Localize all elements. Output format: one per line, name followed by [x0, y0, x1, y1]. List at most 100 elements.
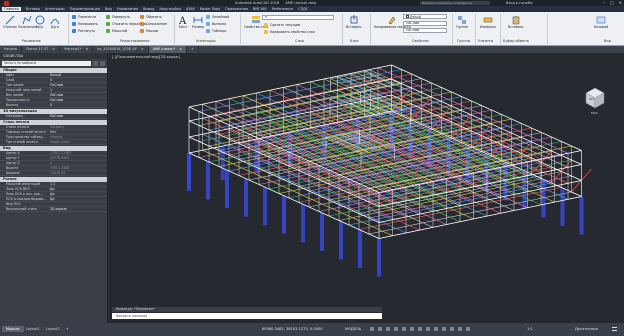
menu-tab-11[interactable]: BIM 360: [253, 7, 267, 11]
property-value[interactable]: ПоСлою: [48, 83, 107, 87]
modify-tool-2-1[interactable]: Масштаб: [106, 29, 127, 33]
lineweight-combo[interactable]: ПоСлою: [403, 28, 447, 33]
measure-tool[interactable]: Измерить: [480, 15, 496, 29]
menu-tab-2[interactable]: Аннотации: [45, 7, 65, 11]
property-value[interactable]: 0: [48, 161, 107, 165]
modify-tool-2-2[interactable]: Массив: [140, 29, 158, 33]
transparency-icon[interactable]: [426, 327, 430, 331]
otrack-icon[interactable]: [410, 327, 414, 331]
color-combo[interactable]: Белый: [403, 14, 447, 19]
insert-block-tool[interactable]: Вставить: [346, 15, 361, 29]
customize-icon[interactable]: [612, 327, 617, 331]
modify-tool-1-0[interactable]: Копировать: [72, 22, 98, 26]
annotation-tool-1[interactable]: Выноска: [206, 22, 226, 26]
file-tab-1[interactable]: Листы 51-57 ×: [22, 46, 60, 53]
close-tab-icon[interactable]: ×: [86, 46, 89, 53]
new-tab-button[interactable]: +: [187, 46, 199, 53]
layer-tool-1[interactable]: Копировать свойства слоя: [264, 30, 315, 34]
modify-tool-1-2[interactable]: Сопряжение: [140, 22, 167, 26]
close-tab-icon[interactable]: ×: [141, 46, 144, 53]
quick-select-icon[interactable]: [93, 61, 98, 66]
menu-tab-12[interactable]: Performance: [272, 7, 294, 11]
search-input[interactable]: Введите ключевое слово/фразу: [420, 1, 490, 5]
selection-dropdown[interactable]: Ничего не выбрано: [2, 61, 91, 66]
circle-tool[interactable]: Круг: [35, 15, 45, 29]
menu-tab-0[interactable]: Главная: [2, 7, 21, 11]
property-value[interactable]: Модель: [48, 135, 107, 139]
layout-tab-1[interactable]: Layout1: [22, 326, 44, 332]
3d-osnap-icon[interactable]: [442, 327, 446, 331]
property-value[interactable]: ПоЦвету: [48, 125, 107, 129]
property-value[interactable]: Да: [48, 197, 107, 201]
grid-icon[interactable]: [370, 327, 374, 331]
osnap-icon[interactable]: [402, 327, 406, 331]
file-tab-4[interactable]: AMK (ниже)* ×: [148, 46, 187, 53]
close-tab-icon[interactable]: ×: [179, 46, 182, 53]
file-tab-0[interactable]: Начало: [0, 46, 22, 53]
linetype-combo[interactable]: ПоСлою: [403, 21, 447, 26]
arc-tool[interactable]: Дуга: [50, 15, 60, 29]
property-value[interactable]: Белый: [48, 73, 107, 77]
menu-tab-3[interactable]: Параметризация: [70, 7, 100, 11]
viewport-controls-label[interactable]: [-][Пользовательский вид][2D-каркас]: [112, 55, 180, 59]
ortho-icon[interactable]: [386, 327, 390, 331]
modify-tool-0-0[interactable]: Перенести: [72, 15, 96, 19]
property-row[interactable]: Визуальный стиль 2D-каркас: [0, 207, 107, 212]
base-view-tool[interactable]: Базовый: [594, 15, 608, 29]
property-row[interactable]: Высота 0: [0, 103, 107, 108]
app-logo-icon[interactable]: [4, 0, 9, 6]
ucs-icon[interactable]: [450, 327, 454, 331]
group-tool[interactable]: Группа: [456, 15, 468, 29]
modify-tool-0-1[interactable]: Повернуть: [106, 15, 130, 19]
file-tab-2[interactable]: Чертеж1* ×: [60, 46, 94, 53]
annotation-scale[interactable]: 1:1: [527, 326, 533, 332]
property-value[interactable]: Да: [48, 192, 107, 196]
select-objects-icon[interactable]: [100, 61, 105, 66]
layer-tool-0[interactable]: Сделать текущим: [264, 23, 300, 27]
lineweight-icon[interactable]: [418, 327, 422, 331]
menu-tab-4[interactable]: Вид: [105, 7, 112, 11]
menu-tab-9[interactable]: Raster Tools: [200, 7, 220, 11]
model-space-toggle[interactable]: МОДЕЛЬ: [345, 326, 361, 332]
property-value[interactable]: Нет: [48, 130, 107, 134]
file-tab-3[interactable]: ак_20160816_1038_AP ×: [93, 46, 149, 53]
layout-tab-2[interactable]: Layout2: [42, 326, 64, 332]
close-tab-icon[interactable]: ×: [52, 46, 55, 53]
menu-tab-5[interactable]: Управление: [117, 7, 138, 11]
text-tool[interactable]: A Текст: [178, 15, 188, 29]
property-row[interactable]: Ширина 11019.59: [0, 171, 107, 176]
property-row[interactable]: Материал ПоСлою: [0, 114, 107, 119]
menu-tab-10[interactable]: Приложения: [225, 7, 248, 11]
wcs-label[interactable]: МСК: [591, 111, 598, 115]
layer-combo[interactable]: 0: [262, 15, 334, 20]
dimension-tool[interactable]: Размер: [192, 15, 204, 29]
property-value[interactable]: ПоСлою: [48, 114, 107, 118]
property-value[interactable]: ПоСлою: [48, 93, 107, 97]
property-value[interactable]: 29778.9094: [48, 156, 107, 160]
add-layout-button[interactable]: +: [62, 326, 73, 332]
menu-tab-13[interactable]: СПДС: [298, 7, 308, 11]
annotation-tool-0[interactable]: Линейный: [206, 15, 229, 19]
menu-tab-7[interactable]: Надстройки: [159, 7, 181, 11]
property-value[interactable]: 0: [48, 78, 107, 82]
property-value[interactable]: 170017.2287: [48, 151, 107, 155]
property-value[interactable]: 0: [48, 103, 107, 107]
annotation-tool-2[interactable]: Таблица: [206, 29, 226, 33]
menu-tab-6[interactable]: Вывод: [143, 7, 154, 11]
property-value[interactable]: 11019.59: [48, 171, 107, 175]
property-value[interactable]: 1:1: [48, 182, 107, 186]
annotation-visibility-icon[interactable]: [458, 327, 462, 331]
polar-icon[interactable]: [394, 327, 398, 331]
line-tool[interactable]: Отрезок: [3, 15, 17, 29]
polyline-tool[interactable]: Полилиния: [18, 15, 37, 29]
property-value[interactable]: 35901.3488: [48, 166, 107, 170]
menu-tab-1[interactable]: Вставка: [26, 7, 40, 11]
property-value[interactable]: Недоступно: [48, 140, 107, 144]
modify-tool-2-0[interactable]: Растянуть: [72, 29, 95, 33]
paste-tool[interactable]: Вставить: [508, 15, 523, 29]
property-value[interactable]: ПоСлою: [48, 98, 107, 102]
property-value[interactable]: 2D-каркас: [48, 207, 107, 211]
property-value[interactable]: Да: [48, 187, 107, 191]
menu-tab-8[interactable]: A360: [186, 7, 195, 11]
property-value[interactable]: [48, 202, 107, 206]
